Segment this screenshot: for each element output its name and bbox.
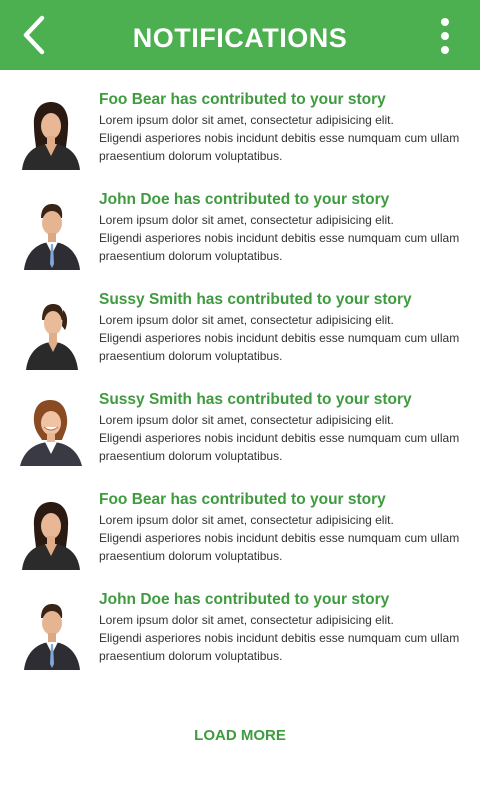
notification-body: Lorem ipsum dolor sit amet, consectetur … <box>99 613 460 663</box>
notification-list: Foo Bear has contributed to your story L… <box>0 70 480 670</box>
notification-item[interactable]: John Doe has contributed to your story L… <box>0 570 480 670</box>
avatar-female-icon <box>22 102 80 170</box>
avatar-female-icon <box>26 304 78 370</box>
notification-text: John Doe has contributed to your story L… <box>99 589 469 665</box>
notification-title: Foo Bear has contributed to your story <box>99 491 386 508</box>
notification-item[interactable]: John Doe has contributed to your story L… <box>0 170 480 270</box>
notification-body: Lorem ipsum dolor sit amet, consectetur … <box>99 113 460 163</box>
notification-body: Lorem ipsum dolor sit amet, consectetur … <box>99 413 460 463</box>
notification-item[interactable]: Foo Bear has contributed to your story L… <box>0 70 480 170</box>
notification-text: Sussy Smith has contributed to your stor… <box>99 389 469 465</box>
app-bar: NOTIFICATIONS <box>0 0 480 70</box>
overflow-menu-button[interactable] <box>430 14 460 58</box>
notification-title: Sussy Smith has contributed to your stor… <box>99 391 412 408</box>
notification-body: Lorem ipsum dolor sit amet, consectetur … <box>99 513 460 563</box>
notification-text: John Doe has contributed to your story L… <box>99 189 469 265</box>
notification-body: Lorem ipsum dolor sit amet, consectetur … <box>99 313 460 363</box>
avatar-female-icon <box>22 502 80 570</box>
notification-item[interactable]: Sussy Smith has contributed to your stor… <box>0 370 480 470</box>
notification-title: John Doe has contributed to your story <box>99 191 390 208</box>
notification-title: John Doe has contributed to your story <box>99 591 390 608</box>
notification-item[interactable]: Foo Bear has contributed to your story L… <box>0 470 480 570</box>
load-more-button[interactable]: LOAD MORE <box>0 724 480 748</box>
avatar-male-icon <box>24 604 80 670</box>
notification-body: Lorem ipsum dolor sit amet, consectetur … <box>99 213 460 263</box>
page-title: NOTIFICATIONS <box>132 23 348 53</box>
notification-title: Sussy Smith has contributed to your stor… <box>99 291 412 308</box>
notification-item[interactable]: Sussy Smith has contributed to your stor… <box>0 270 480 370</box>
notification-text: Sussy Smith has contributed to your stor… <box>99 289 469 365</box>
notification-text: Foo Bear has contributed to your story L… <box>99 89 469 165</box>
avatar-male-icon <box>24 204 80 270</box>
notification-text: Foo Bear has contributed to your story L… <box>99 489 469 565</box>
more-vertical-icon <box>441 18 449 54</box>
notification-title: Foo Bear has contributed to your story <box>99 91 386 108</box>
avatar-female-icon <box>20 400 82 466</box>
